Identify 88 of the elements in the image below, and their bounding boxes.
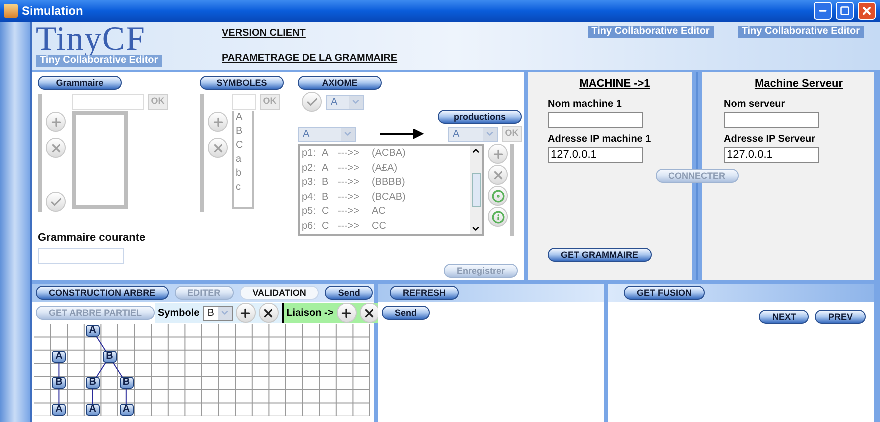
section-title: PARAMETRAGE DE LA GRAMMAIRE bbox=[222, 52, 399, 66]
delete-icon bbox=[262, 306, 276, 320]
delete-icon bbox=[212, 142, 224, 154]
server-ip-label: Adresse IP Serveur bbox=[724, 132, 817, 146]
server-title: Machine Serveur bbox=[754, 77, 844, 92]
banner-text: Tiny Collaborative Editor bbox=[738, 26, 864, 38]
server-name-label: Nom serveur bbox=[724, 98, 786, 112]
info-button[interactable] bbox=[488, 207, 508, 227]
add-icon bbox=[212, 116, 224, 128]
symbol-item[interactable]: a bbox=[236, 153, 250, 167]
combo-box[interactable]: B bbox=[202, 306, 233, 320]
grammar-header[interactable]: Grammaire bbox=[38, 76, 122, 90]
symbol-list[interactable]: A B C a b c bbox=[232, 111, 254, 209]
delete-button[interactable] bbox=[360, 303, 380, 323]
window-title: Simulation bbox=[22, 3, 84, 20]
delete-icon bbox=[363, 306, 376, 320]
symbols-header[interactable]: SYMBOLES bbox=[200, 76, 284, 90]
current-grammar-label: Grammaire courante bbox=[38, 231, 147, 246]
productions-list[interactable]: p1: A --->> (ACBA) p2: A --->> (A£A) p3: B --->> (BBBB) p4: B --->> (BCAB) p5: C --->> AC p6: C --->> CC bbox=[298, 144, 484, 236]
toolbar-tab[interactable]: CONSTRUCTION ARBRE bbox=[36, 286, 169, 300]
tree-node[interactable]: B bbox=[86, 377, 100, 390]
tree-node[interactable]: A bbox=[86, 324, 100, 337]
server-ip-field[interactable]: 127.0.0.1 bbox=[724, 146, 819, 162]
add-button[interactable] bbox=[336, 303, 357, 323]
tree-node[interactable]: B bbox=[120, 377, 134, 390]
productions-header[interactable]: productions bbox=[438, 110, 522, 124]
app-icon bbox=[4, 4, 18, 18]
tree-node[interactable]: A bbox=[52, 351, 66, 363]
production-item[interactable]: p5: C --->> AC bbox=[302, 205, 468, 220]
tree-node[interactable]: A bbox=[120, 404, 134, 416]
add-icon bbox=[239, 306, 252, 320]
grammar-name-field[interactable] bbox=[72, 94, 144, 110]
add-icon bbox=[492, 148, 504, 160]
get-grammar-button[interactable]: GET GRAMMAIRE bbox=[548, 248, 652, 262]
add-button[interactable] bbox=[236, 303, 256, 323]
get-fusion-button[interactable]: GET FUSION bbox=[624, 286, 706, 300]
symbol-item[interactable]: A bbox=[236, 111, 250, 125]
tree-node[interactable]: A bbox=[86, 404, 100, 416]
logo-text: TinyCF bbox=[36, 25, 146, 55]
tree-node[interactable]: B bbox=[102, 351, 117, 363]
arrow-icon bbox=[380, 129, 424, 139]
close-button[interactable] bbox=[858, 2, 876, 20]
scrollbar[interactable] bbox=[470, 146, 482, 234]
logo-tagline: Tiny Collaborative Editor bbox=[36, 55, 162, 67]
symbol-item[interactable]: c bbox=[236, 181, 250, 195]
toolbar-tab[interactable]: Send bbox=[325, 286, 374, 300]
refresh-button[interactable]: REFRESH bbox=[390, 286, 460, 300]
machine-ip-label: Adresse IP machine 1 bbox=[548, 132, 652, 146]
maximize-icon bbox=[840, 6, 850, 16]
add-icon bbox=[340, 306, 354, 320]
info-icon bbox=[492, 210, 504, 224]
close-icon bbox=[861, 5, 873, 17]
record-button[interactable] bbox=[488, 186, 508, 206]
send-button[interactable]: Send bbox=[382, 306, 430, 320]
check-button[interactable] bbox=[302, 92, 322, 112]
prev-button[interactable]: PREV bbox=[815, 310, 866, 324]
delete-icon bbox=[492, 168, 504, 182]
banner-text: Tiny Collaborative Editor bbox=[588, 26, 714, 38]
delete-button[interactable] bbox=[258, 303, 279, 323]
record-icon bbox=[492, 190, 504, 202]
symbol-field[interactable] bbox=[232, 94, 256, 110]
symbol-item[interactable]: b bbox=[236, 167, 250, 181]
machine-name-field[interactable] bbox=[548, 112, 643, 128]
delete-icon bbox=[50, 142, 62, 154]
symbol-label: Symbole bbox=[158, 306, 200, 320]
production-item[interactable]: p6: C --->> CC bbox=[302, 220, 468, 234]
check-button[interactable] bbox=[46, 192, 66, 212]
symbol-item[interactable]: C bbox=[236, 139, 250, 153]
minimize-button[interactable] bbox=[814, 2, 832, 20]
link-label: Liaison -> bbox=[286, 306, 334, 320]
tree-node[interactable]: B bbox=[52, 377, 66, 390]
machine-name-label: Nom machine 1 bbox=[548, 98, 623, 112]
toolbar-tab[interactable]: VALIDATION bbox=[240, 286, 320, 300]
check-icon bbox=[306, 96, 318, 108]
add-icon bbox=[50, 116, 62, 128]
check-icon bbox=[50, 196, 62, 208]
symbol-item[interactable]: B bbox=[236, 125, 250, 139]
machine-title: MACHINE ->1 bbox=[580, 77, 650, 92]
current-grammar-field[interactable] bbox=[38, 248, 124, 264]
scroll-down-icon bbox=[471, 224, 481, 234]
next-button[interactable]: NEXT bbox=[759, 310, 810, 324]
machine-ip-field[interactable]: 127.0.0.1 bbox=[548, 146, 643, 162]
server-name-field[interactable] bbox=[724, 112, 819, 128]
maximize-button[interactable] bbox=[836, 2, 854, 20]
tree-node[interactable]: A bbox=[52, 404, 66, 416]
grammar-list[interactable] bbox=[72, 111, 128, 209]
scroll-up-icon bbox=[471, 146, 481, 156]
version-label: VERSION CLIENT bbox=[222, 27, 307, 41]
